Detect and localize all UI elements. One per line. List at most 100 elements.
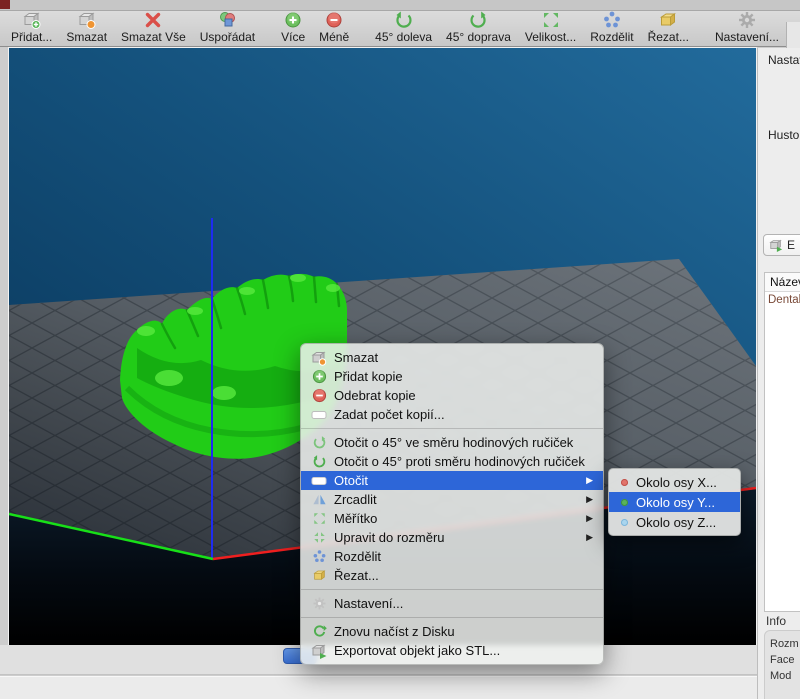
menu-item-label: Otočit bbox=[334, 473, 368, 488]
toolbar-rotate-right-button[interactable]: 45° doprava bbox=[439, 11, 518, 46]
toolbar-delete-label: Smazat bbox=[66, 30, 107, 44]
menu-item-label: Upravit do rozměru bbox=[334, 530, 445, 545]
menu-item-cut[interactable]: Řezat... bbox=[301, 566, 603, 585]
menu-separator bbox=[301, 589, 603, 590]
submenu-item-axis-y[interactable]: Okolo osy Y... bbox=[609, 492, 740, 512]
toolbar-add-button[interactable]: Přidat... bbox=[4, 11, 59, 46]
object-list-header: Název bbox=[765, 273, 800, 292]
toolbar-rotate-left-label: 45° doleva bbox=[375, 30, 432, 44]
menu-item-label: Přidat kopie bbox=[334, 369, 403, 384]
fewer-copies-icon bbox=[324, 10, 344, 30]
rotate-ccw-icon bbox=[394, 10, 414, 30]
settings-gear-icon bbox=[737, 10, 757, 30]
blank-field-icon bbox=[311, 407, 327, 423]
menu-item-scale[interactable]: Měřítko ▶ bbox=[301, 509, 603, 528]
settings-gear-icon bbox=[311, 596, 327, 612]
submenu-item-label: Okolo osy X... bbox=[636, 475, 717, 490]
toolbar-delete-button[interactable]: Smazat bbox=[59, 11, 114, 46]
density-label: Husto bbox=[768, 128, 799, 142]
menu-item-label: Nastavení... bbox=[334, 596, 403, 611]
toolbar-fewer-label: Méně bbox=[319, 30, 349, 44]
toolbar-rotate-right-label: 45° doprava bbox=[446, 30, 511, 44]
axis-y-dot bbox=[621, 499, 628, 506]
toolbar-cut-button[interactable]: Řezat... bbox=[641, 11, 696, 46]
submenu-arrow-icon: ▶ bbox=[586, 475, 593, 486]
menu-item-label: Exportovat objekt jako STL... bbox=[334, 643, 500, 658]
window-close-fragment[interactable] bbox=[0, 0, 10, 9]
delete-all-icon bbox=[143, 10, 163, 30]
menu-item-delete[interactable]: Smazat bbox=[301, 348, 603, 367]
toolbar-arrange-button[interactable]: Uspořádat bbox=[193, 11, 262, 46]
cut-icon bbox=[311, 568, 327, 584]
rotate-ccw-icon bbox=[311, 454, 327, 470]
reload-icon bbox=[311, 624, 327, 640]
toolbar-rotate-left-button[interactable]: 45° doleva bbox=[368, 11, 439, 46]
menu-item-set-copies[interactable]: Zadat počet kopií... bbox=[301, 405, 603, 424]
export-box-icon bbox=[769, 238, 783, 252]
menu-item-rotate[interactable]: Otočit ▶ bbox=[301, 471, 603, 490]
toolbar-more-button[interactable]: Více bbox=[274, 11, 312, 46]
toolbar-settings-label: Nastavení... bbox=[715, 30, 779, 44]
object-context-menu: Smazat Přidat kopie Odebrat kopie Zadat … bbox=[300, 343, 604, 665]
info-row-dimensions: Rozm bbox=[770, 636, 800, 652]
menu-item-label: Zrcadlit bbox=[334, 492, 377, 507]
menu-item-remove-copy[interactable]: Odebrat kopie bbox=[301, 386, 603, 405]
menu-item-label: Rozdělit bbox=[334, 549, 381, 564]
menu-item-label: Otočit o 45° proti směru hodinových ruči… bbox=[334, 454, 585, 469]
titlebar-strip bbox=[0, 0, 800, 10]
toolbar-cut-label: Řezat... bbox=[648, 30, 689, 44]
toolbar-delete-all-button[interactable]: Smazat Vše bbox=[114, 11, 193, 46]
menu-item-split[interactable]: Rozdělit bbox=[301, 547, 603, 566]
toolbar-fewer-button[interactable]: Méně bbox=[312, 11, 356, 46]
export-button[interactable]: E bbox=[763, 234, 800, 256]
rotate-cw-icon bbox=[311, 435, 327, 451]
main-toolbar: Přidat... Smazat Smazat Vše Uspořádat Ví… bbox=[0, 10, 800, 47]
menu-item-settings[interactable]: Nastavení... bbox=[301, 594, 603, 613]
rotate-cw-icon bbox=[468, 10, 488, 30]
menu-item-label: Zadat počet kopií... bbox=[334, 407, 445, 422]
axis-z-dot bbox=[621, 519, 628, 526]
plus-circle-icon bbox=[311, 369, 327, 385]
scale-icon bbox=[541, 10, 561, 30]
toolbar-split-button[interactable]: Rozdělit bbox=[583, 11, 640, 46]
more-copies-icon bbox=[283, 10, 303, 30]
submenu-item-axis-z[interactable]: Okolo osy Z... bbox=[609, 512, 740, 532]
menu-item-reload-from-disk[interactable]: Znovu načíst z Disku bbox=[301, 622, 603, 641]
object-delete-icon bbox=[311, 350, 327, 366]
lower-status-bar bbox=[0, 676, 757, 699]
object-list-row[interactable]: Dental_ bbox=[765, 292, 800, 308]
scale-icon bbox=[311, 511, 327, 527]
toolbar-more-label: Více bbox=[281, 30, 305, 44]
submenu-arrow-icon: ▶ bbox=[586, 513, 593, 524]
right-settings-panel: Nastav Husto E Název Dental_ Info Rozm F… bbox=[757, 48, 800, 699]
toolbar-scale-label: Velikost... bbox=[525, 30, 576, 44]
menu-item-fit-size[interactable]: Upravit do rozměru ▶ bbox=[301, 528, 603, 547]
menu-item-label: Znovu načíst z Disku bbox=[334, 624, 455, 639]
menu-separator bbox=[301, 617, 603, 618]
object-list[interactable]: Název Dental_ bbox=[764, 272, 800, 612]
toolbar-arrange-label: Uspořádat bbox=[200, 30, 255, 44]
menu-separator bbox=[301, 428, 603, 429]
menu-item-label: Měřítko bbox=[334, 511, 377, 526]
split-icon bbox=[602, 10, 622, 30]
submenu-arrow-icon: ▶ bbox=[586, 494, 593, 505]
info-row-model: Mod bbox=[770, 668, 800, 684]
print-settings-label: Nastav bbox=[768, 53, 800, 67]
menu-item-rotate-45-ccw[interactable]: Otočit o 45° proti směru hodinových ruči… bbox=[301, 452, 603, 471]
toolbar-split-label: Rozdělit bbox=[590, 30, 633, 44]
minus-circle-icon bbox=[311, 388, 327, 404]
info-row-facets: Face bbox=[770, 652, 800, 668]
rotate-submenu: Okolo osy X... Okolo osy Y... Okolo osy … bbox=[608, 468, 741, 536]
menu-item-export-stl[interactable]: Exportovat objekt jako STL... bbox=[301, 641, 603, 660]
menu-item-add-copy[interactable]: Přidat kopie bbox=[301, 367, 603, 386]
menu-item-mirror[interactable]: Zrcadlit ▶ bbox=[301, 490, 603, 509]
add-object-icon bbox=[22, 10, 42, 30]
toolbar-settings-button[interactable]: Nastavení... bbox=[708, 11, 786, 46]
fit-size-icon bbox=[311, 530, 327, 546]
toolbar-scale-button[interactable]: Velikost... bbox=[518, 11, 583, 46]
menu-item-label: Řezat... bbox=[334, 568, 379, 583]
submenu-item-axis-x[interactable]: Okolo osy X... bbox=[609, 472, 740, 492]
menu-item-rotate-45-cw[interactable]: Otočit o 45° ve směru hodinových ručiček bbox=[301, 433, 603, 452]
menu-item-label: Odebrat kopie bbox=[334, 388, 416, 403]
menu-item-label: Smazat bbox=[334, 350, 378, 365]
